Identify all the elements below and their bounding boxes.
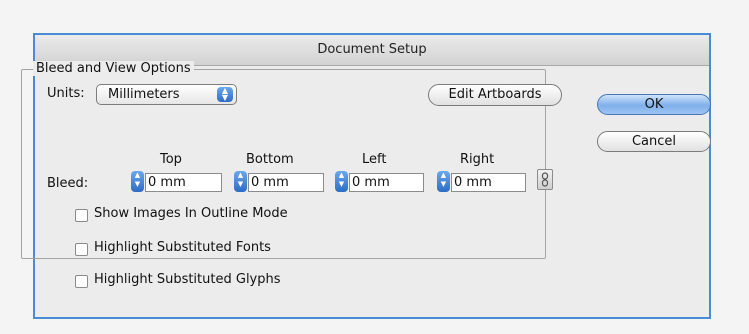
chain-link-glyph (541, 172, 549, 187)
show-images-outline-label: Show Images In Outline Mode (94, 206, 288, 221)
top-bleed-stepper[interactable]: ▲ ▼ (131, 171, 144, 192)
left-bleed-field[interactable]: 0 mm (349, 173, 424, 192)
edit-artboards-button[interactable]: Edit Artboards (428, 84, 562, 106)
right-bleed-stepper[interactable]: ▲ ▼ (437, 171, 450, 192)
bottom-bleed-field[interactable]: 0 mm (248, 173, 324, 192)
ok-button[interactable]: OK (597, 94, 711, 115)
left-column-label: Left (362, 152, 387, 167)
cancel-button[interactable]: Cancel (597, 131, 711, 152)
chain-link-icon[interactable] (537, 169, 553, 190)
bottom-column-label: Bottom (246, 152, 294, 167)
bleed-label: Bleed: (47, 176, 89, 191)
highlight-substituted-glyphs-label: Highlight Substituted Glyphs (94, 272, 281, 287)
left-bleed-stepper[interactable]: ▲ ▼ (335, 171, 348, 192)
right-column-label: Right (460, 152, 495, 167)
show-images-outline-checkbox[interactable] (75, 209, 88, 222)
units-select[interactable]: Millimeters ▲ ▼ (96, 84, 237, 105)
highlight-substituted-glyphs-checkbox[interactable] (75, 275, 88, 288)
highlight-substituted-fonts-checkbox[interactable] (75, 243, 88, 256)
top-column-label: Top (160, 152, 182, 167)
units-label: Units: (47, 86, 85, 101)
up-down-arrows-icon: ▲ ▼ (217, 87, 233, 102)
highlight-substituted-fonts-label: Highlight Substituted Fonts (94, 240, 271, 255)
units-select-value: Millimeters (108, 87, 180, 102)
top-bleed-field[interactable]: 0 mm (145, 173, 222, 192)
bottom-bleed-stepper[interactable]: ▲ ▼ (234, 171, 247, 192)
bleed-view-options-legend: Bleed and View Options (33, 61, 194, 76)
right-bleed-field[interactable]: 0 mm (451, 173, 526, 192)
